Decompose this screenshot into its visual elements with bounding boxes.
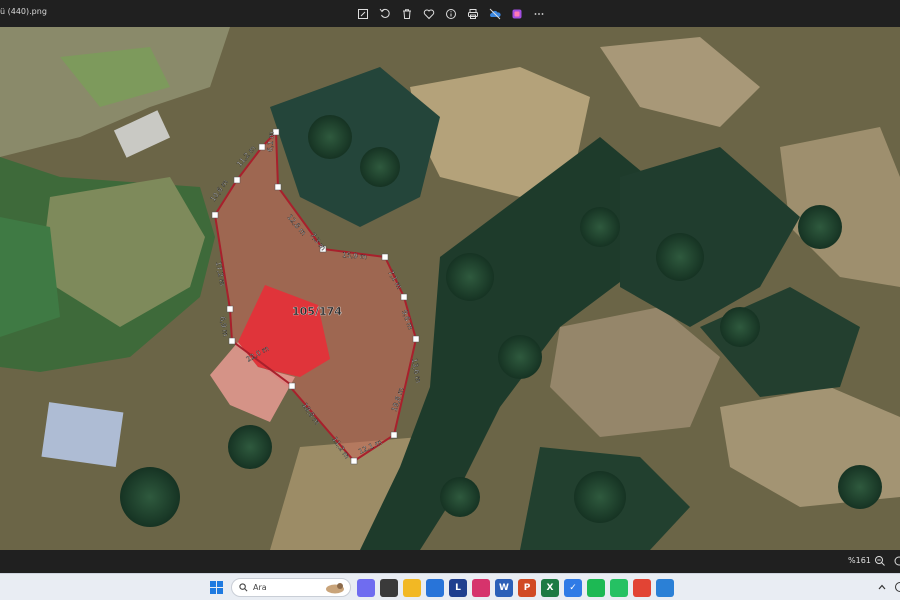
fit-icon[interactable] <box>893 555 900 567</box>
print-button[interactable] <box>462 6 484 22</box>
copilot-icon[interactable] <box>357 579 375 597</box>
taskview-icon[interactable] <box>380 579 398 597</box>
status-bar: %161 <box>0 550 900 573</box>
powerpoint-icon[interactable]: P <box>518 579 536 597</box>
area-label: 105/174 <box>292 305 342 318</box>
l-app-icon[interactable]: L <box>449 579 467 597</box>
search-icon <box>239 583 248 592</box>
print-icon <box>468 9 478 19</box>
onedrive-button[interactable] <box>484 6 506 22</box>
search-highlight-icon <box>326 583 344 594</box>
image-viewer[interactable]: 11,2 m 10,6 m 6,1 m 12,8 m 7,3 m 15,9 m … <box>0 27 900 550</box>
zoom-out-icon[interactable] <box>874 555 886 567</box>
zoom-level[interactable]: %161 <box>848 556 871 565</box>
taskbar: Ara L W P X ✓ <box>0 573 900 600</box>
favorite-icon <box>423 9 435 20</box>
more-icon <box>534 13 544 15</box>
satellite-image: 11,2 m 10,6 m 6,1 m 12,8 m 7,3 m 15,9 m … <box>0 27 900 550</box>
info-icon <box>446 9 456 19</box>
whatsapp-icon[interactable] <box>610 579 628 597</box>
taskbar-apps: L W P X ✓ <box>357 579 674 597</box>
search-placeholder: Ara <box>253 583 267 592</box>
instagram-icon[interactable] <box>472 579 490 597</box>
todo-icon[interactable]: ✓ <box>564 579 582 597</box>
edit-icon <box>358 9 368 19</box>
more-button[interactable] <box>528 6 550 22</box>
excel-icon[interactable]: X <box>541 579 559 597</box>
rotate-button[interactable] <box>374 6 396 22</box>
store-icon[interactable] <box>426 579 444 597</box>
app-button[interactable] <box>506 6 528 22</box>
favorite-button[interactable] <box>418 6 440 22</box>
onedrive-icon <box>489 8 501 20</box>
spotify-icon[interactable] <box>587 579 605 597</box>
taskbar-search[interactable]: Ara <box>231 578 351 597</box>
title-bar: ü (440).png <box>0 0 900 27</box>
delete-button[interactable] <box>396 6 418 22</box>
network-icon[interactable] <box>894 581 900 593</box>
chrome-icon[interactable] <box>633 579 651 597</box>
edit-button[interactable] <box>352 6 374 22</box>
windows-start-icon[interactable] <box>209 580 224 595</box>
photo-toolbar <box>352 6 550 22</box>
app-icon <box>512 9 522 19</box>
info-button[interactable] <box>440 6 462 22</box>
photos-icon[interactable] <box>656 579 674 597</box>
window-title: ü (440).png <box>0 7 47 16</box>
rotate-icon <box>379 8 390 18</box>
chevron-up-icon[interactable] <box>877 582 887 592</box>
delete-icon <box>403 9 411 19</box>
word-icon[interactable]: W <box>495 579 513 597</box>
file-explorer-icon[interactable] <box>403 579 421 597</box>
